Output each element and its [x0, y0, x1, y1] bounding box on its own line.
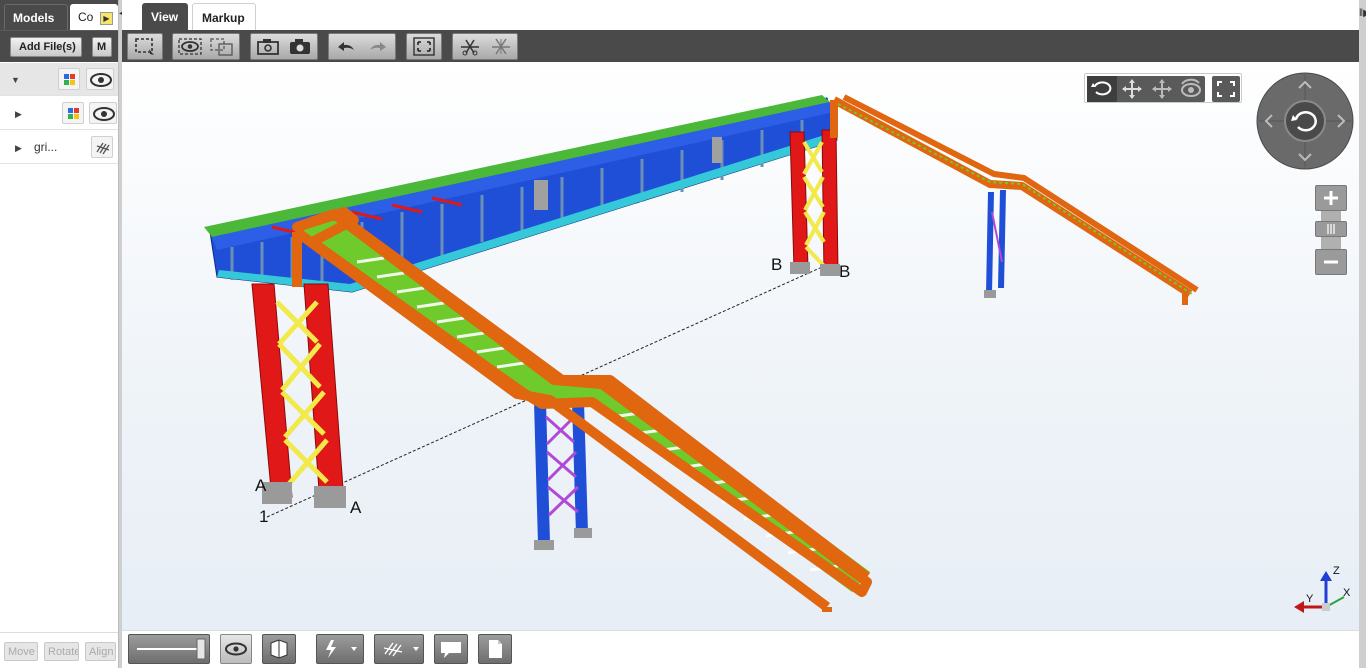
tab-markup[interactable]: Markup — [192, 3, 256, 30]
tree-item-submodel[interactable]: ▶ — [0, 97, 118, 130]
models-panel: Models Co ▶ Add File(s) M ▼ ▶ ▶ gri... M… — [0, 0, 119, 668]
navigation-wheel[interactable] — [1256, 72, 1354, 170]
show-hidden-icon[interactable] — [209, 36, 235, 57]
visibility-toggle-icon[interactable] — [220, 634, 252, 664]
render-mode-dropdown[interactable] — [316, 634, 364, 664]
tab-view[interactable]: View — [142, 3, 188, 30]
move-button[interactable]: Move — [4, 642, 38, 661]
grid-visibility-icon[interactable] — [91, 136, 113, 158]
axis-z-label: Z — [1333, 565, 1340, 577]
grid-label-b-right: B — [839, 262, 851, 281]
axis-x-label: X — [1343, 587, 1351, 599]
tree-item-grid[interactable]: ▶ gri... — [0, 131, 118, 164]
tower-a[interactable] — [251, 283, 346, 508]
hide-icon[interactable] — [177, 36, 203, 57]
tab-scroll-right-icon[interactable]: ▶ — [100, 12, 113, 25]
left-bottom-bar: Move Rotate Align — [0, 632, 118, 668]
collapse-right-icon[interactable]: ‖▶ — [1359, 8, 1366, 19]
3d-viewport[interactable]: A A B B 1 Z Y X — [122, 62, 1359, 632]
section-box-icon[interactable] — [262, 634, 296, 664]
expand-triangle-icon[interactable]: ▶ — [15, 143, 22, 154]
opacity-slider[interactable] — [128, 634, 210, 664]
grid-dropdown[interactable] — [374, 634, 424, 664]
cut-plane-icon[interactable] — [457, 36, 483, 57]
grid-label-b-left: B — [771, 255, 783, 274]
zoom-thumb[interactable] — [1315, 221, 1347, 237]
rotate-button[interactable]: Rotate — [44, 642, 79, 661]
select-group — [127, 33, 163, 60]
zoom-out-icon[interactable] — [1315, 249, 1347, 275]
tower-b[interactable] — [789, 129, 840, 276]
bottom-toolbar — [122, 630, 1359, 668]
stair-support-back[interactable] — [984, 190, 1006, 298]
model-secondary-button[interactable]: M — [92, 37, 112, 57]
navigation-toolbar — [1084, 73, 1242, 103]
history-group — [328, 33, 396, 60]
add-files-button[interactable]: Add File(s) — [10, 37, 82, 57]
visibility-eye-icon[interactable] — [86, 68, 114, 90]
walk-icon[interactable] — [1177, 76, 1205, 102]
zoom-control — [1315, 185, 1347, 277]
snapshot-group — [250, 33, 318, 60]
pan-icon[interactable] — [1117, 76, 1147, 102]
color-by-object-icon[interactable] — [58, 68, 80, 90]
visibility-group — [172, 33, 240, 60]
redo-icon[interactable] — [365, 36, 391, 57]
zoom-in-icon[interactable] — [1315, 185, 1347, 211]
select-box-icon[interactable] — [132, 36, 158, 57]
grid-label-a-left: A — [255, 476, 267, 495]
app-window: Models Co ▶ Add File(s) M ▼ ▶ ▶ gri... M… — [0, 0, 1366, 668]
back-stair[interactable] — [830, 94, 1199, 305]
align-button[interactable]: Align — [85, 642, 116, 661]
undo-icon[interactable] — [333, 36, 359, 57]
clear-cut-icon[interactable] — [488, 36, 514, 57]
comments-icon[interactable] — [434, 634, 468, 664]
fit-view-icon[interactable] — [411, 36, 437, 57]
grid-label-1: 1 — [259, 507, 269, 526]
color-by-object-icon[interactable] — [62, 102, 84, 124]
snapshot-icon[interactable] — [255, 36, 281, 57]
visibility-eye-icon[interactable] — [89, 102, 117, 124]
fullscreen-icon[interactable] — [1212, 76, 1240, 102]
axis-triad: Z Y X — [1288, 565, 1352, 617]
tab-models[interactable]: Models — [4, 4, 68, 30]
right-splitter[interactable]: ‖▶ — [1359, 0, 1366, 668]
orbit-icon[interactable] — [1087, 76, 1117, 102]
bridge-model — [204, 94, 1199, 612]
axis-y-label: Y — [1306, 593, 1314, 605]
collapse-triangle-icon[interactable]: ▼ — [11, 75, 20, 85]
grid-label-a-right: A — [350, 498, 362, 517]
expand-triangle-icon[interactable]: ▶ — [15, 109, 22, 120]
camera-icon[interactable] — [287, 36, 313, 57]
pan-alt-icon[interactable] — [1147, 76, 1177, 102]
left-toolbar: Add File(s) M — [0, 30, 118, 62]
view-toolbar — [122, 30, 1359, 62]
main-tab-bar: View Markup — [122, 0, 1359, 30]
fit-group — [406, 33, 442, 60]
left-tab-bar: Models Co ▶ — [0, 0, 118, 30]
document-icon[interactable] — [478, 634, 512, 664]
main-area: View Markup A A B B 1 Z Y X — [122, 0, 1359, 668]
cut-group — [452, 33, 518, 60]
tree-item-model[interactable]: ▼ — [0, 63, 118, 96]
tree-item-label: gri... — [34, 140, 58, 154]
